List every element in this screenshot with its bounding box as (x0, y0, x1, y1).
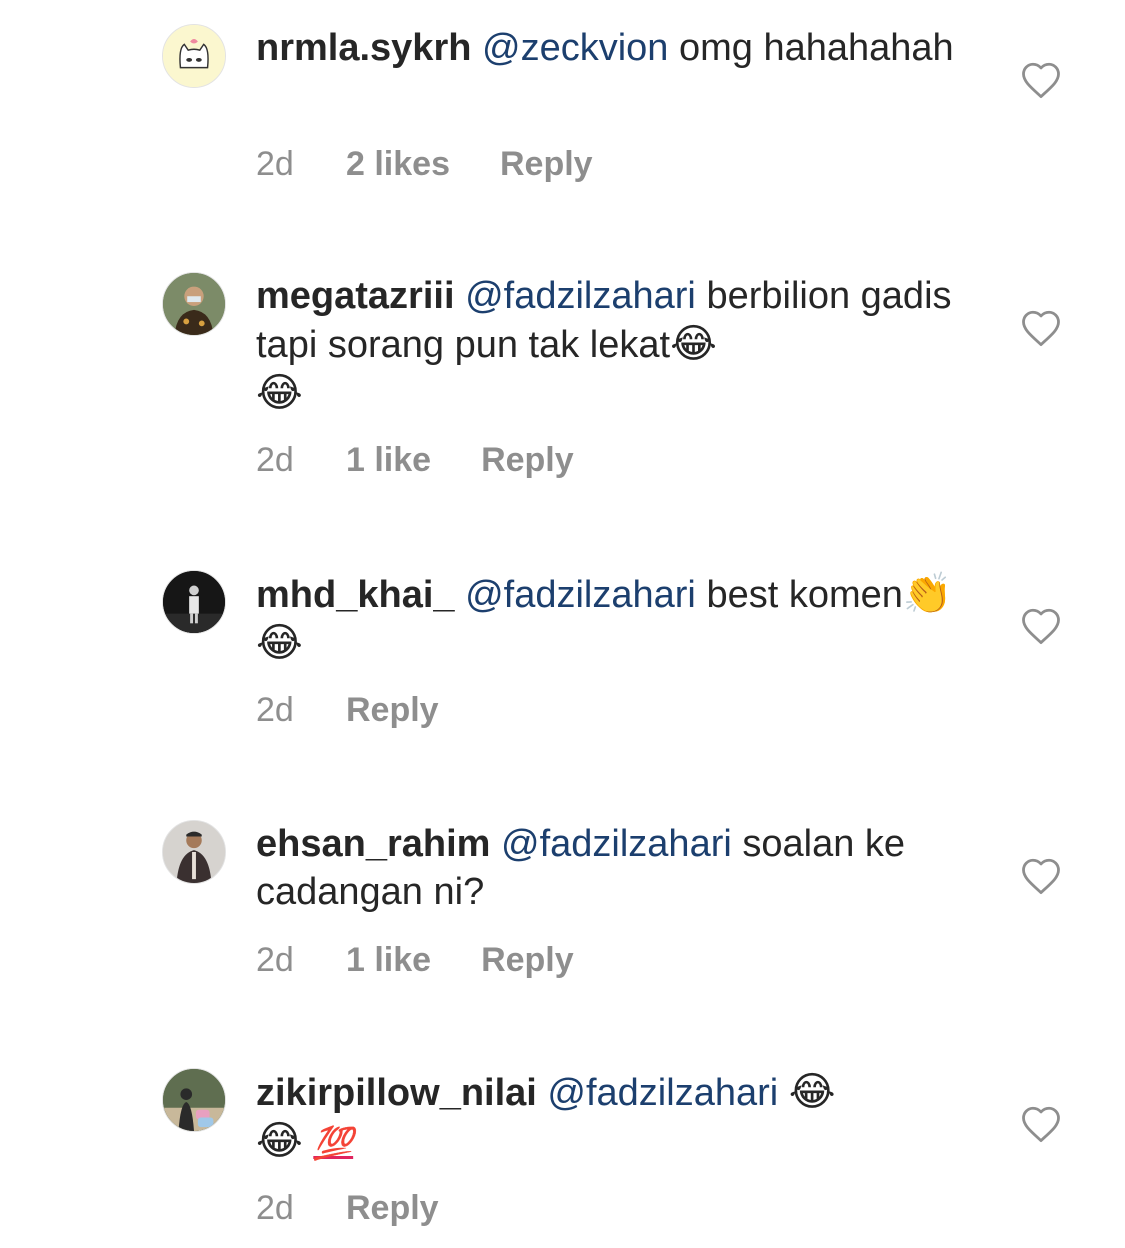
avatar[interactable] (162, 24, 226, 88)
comment-text: ehsan_rahim @fadzilzahari soalan ke cada… (256, 820, 956, 916)
hundred-points-emoji: 💯 (313, 1124, 354, 1162)
comment-mention[interactable]: @zeckvion (482, 27, 668, 69)
comment-item: zikirpillow_nilai @fadzilzahari 😂 😂 💯 2d R… (0, 1068, 1125, 1248)
reply-button[interactable]: Reply (346, 690, 439, 730)
comment-text: zikirpillow_nilai @fadzilzahari 😂 😂 💯 (256, 1068, 956, 1167)
laughing-emoji: 😂 (788, 1069, 836, 1115)
comment-time: 2d (256, 941, 294, 979)
comment-time: 2d (256, 691, 294, 729)
laughing-emoji: 😂 (256, 370, 303, 416)
heart-outline-icon (1022, 62, 1060, 99)
comment-text: mhd_khai_ @fadzilzahari best komen👏 😂 (256, 570, 956, 668)
comment-likes[interactable]: 1 like (346, 440, 431, 480)
reply-button[interactable]: Reply (481, 940, 574, 980)
comment-body: omg hahahahah (679, 27, 954, 69)
reply-button[interactable]: Reply (500, 144, 593, 184)
comment-meta: 2d 1 like Reply (256, 440, 574, 480)
avatar[interactable] (162, 820, 226, 884)
comment-likes[interactable]: 2 likes (346, 144, 450, 184)
heart-outline-icon (1022, 310, 1060, 347)
comment-item: nrmla.sykrh @zeckvion omg hahahahah 2d 2 … (0, 24, 1125, 214)
comment-meta: 2d 2 likes Reply (256, 144, 593, 184)
person-avatar-icon (163, 273, 225, 335)
clapping-emoji: 👏 (902, 571, 953, 617)
avatar[interactable] (162, 570, 226, 634)
heart-outline-icon (1022, 1106, 1060, 1143)
comment-likes[interactable]: 1 like (346, 940, 431, 980)
person-avatar-icon (163, 571, 225, 633)
comment-meta: 2d Reply (256, 1188, 439, 1228)
comment-meta: 2d 1 like Reply (256, 940, 574, 980)
comment-item: mhd_khai_ @fadzilzahari best komen👏 😂 2d… (0, 570, 1125, 750)
comment-mention[interactable]: @fadzilzahari (465, 275, 696, 317)
reply-button[interactable]: Reply (481, 440, 574, 480)
like-button[interactable] (1020, 1104, 1062, 1144)
like-button[interactable] (1020, 606, 1062, 646)
heart-outline-icon (1022, 858, 1060, 895)
comment-mention[interactable]: @fadzilzahari (547, 1072, 778, 1114)
comment-username[interactable]: ehsan_rahim (256, 823, 490, 865)
comment-item: ehsan_rahim @fadzilzahari soalan ke cada… (0, 820, 1125, 1000)
comment-time: 2d (256, 145, 294, 183)
comment-username[interactable]: megatazriii (256, 275, 455, 317)
like-button[interactable] (1020, 856, 1062, 896)
like-button[interactable] (1020, 60, 1062, 100)
comment-time: 2d (256, 441, 294, 479)
cat-avatar-icon (163, 25, 225, 87)
comment-mention[interactable]: @fadzilzahari (465, 574, 696, 616)
comment-username[interactable]: nrmla.sykrh (256, 27, 471, 69)
laughing-emoji: 😂 (256, 620, 303, 666)
comment-time: 2d (256, 1189, 294, 1227)
comment-body: best komen (706, 574, 903, 616)
comment-text: megatazriii @fadzilzahari berbilion gadi… (256, 272, 956, 418)
reply-button[interactable]: Reply (346, 1188, 439, 1228)
group-avatar-icon (163, 1069, 225, 1131)
comment-item: megatazriii @fadzilzahari berbilion gadi… (0, 272, 1125, 502)
comment-mention[interactable]: @fadzilzahari (501, 823, 732, 865)
like-button[interactable] (1020, 308, 1062, 348)
avatar[interactable] (162, 1068, 226, 1132)
heart-outline-icon (1022, 608, 1060, 645)
person-avatar-icon (163, 821, 225, 883)
avatar[interactable] (162, 272, 226, 336)
laughing-emoji: 😂 (670, 321, 717, 367)
laughing-emoji: 😂 (256, 1118, 303, 1164)
comment-username[interactable]: zikirpillow_nilai (256, 1072, 537, 1114)
comment-text: nrmla.sykrh @zeckvion omg hahahahah (256, 24, 956, 72)
comment-username[interactable]: mhd_khai_ (256, 574, 455, 616)
comment-meta: 2d Reply (256, 690, 439, 730)
